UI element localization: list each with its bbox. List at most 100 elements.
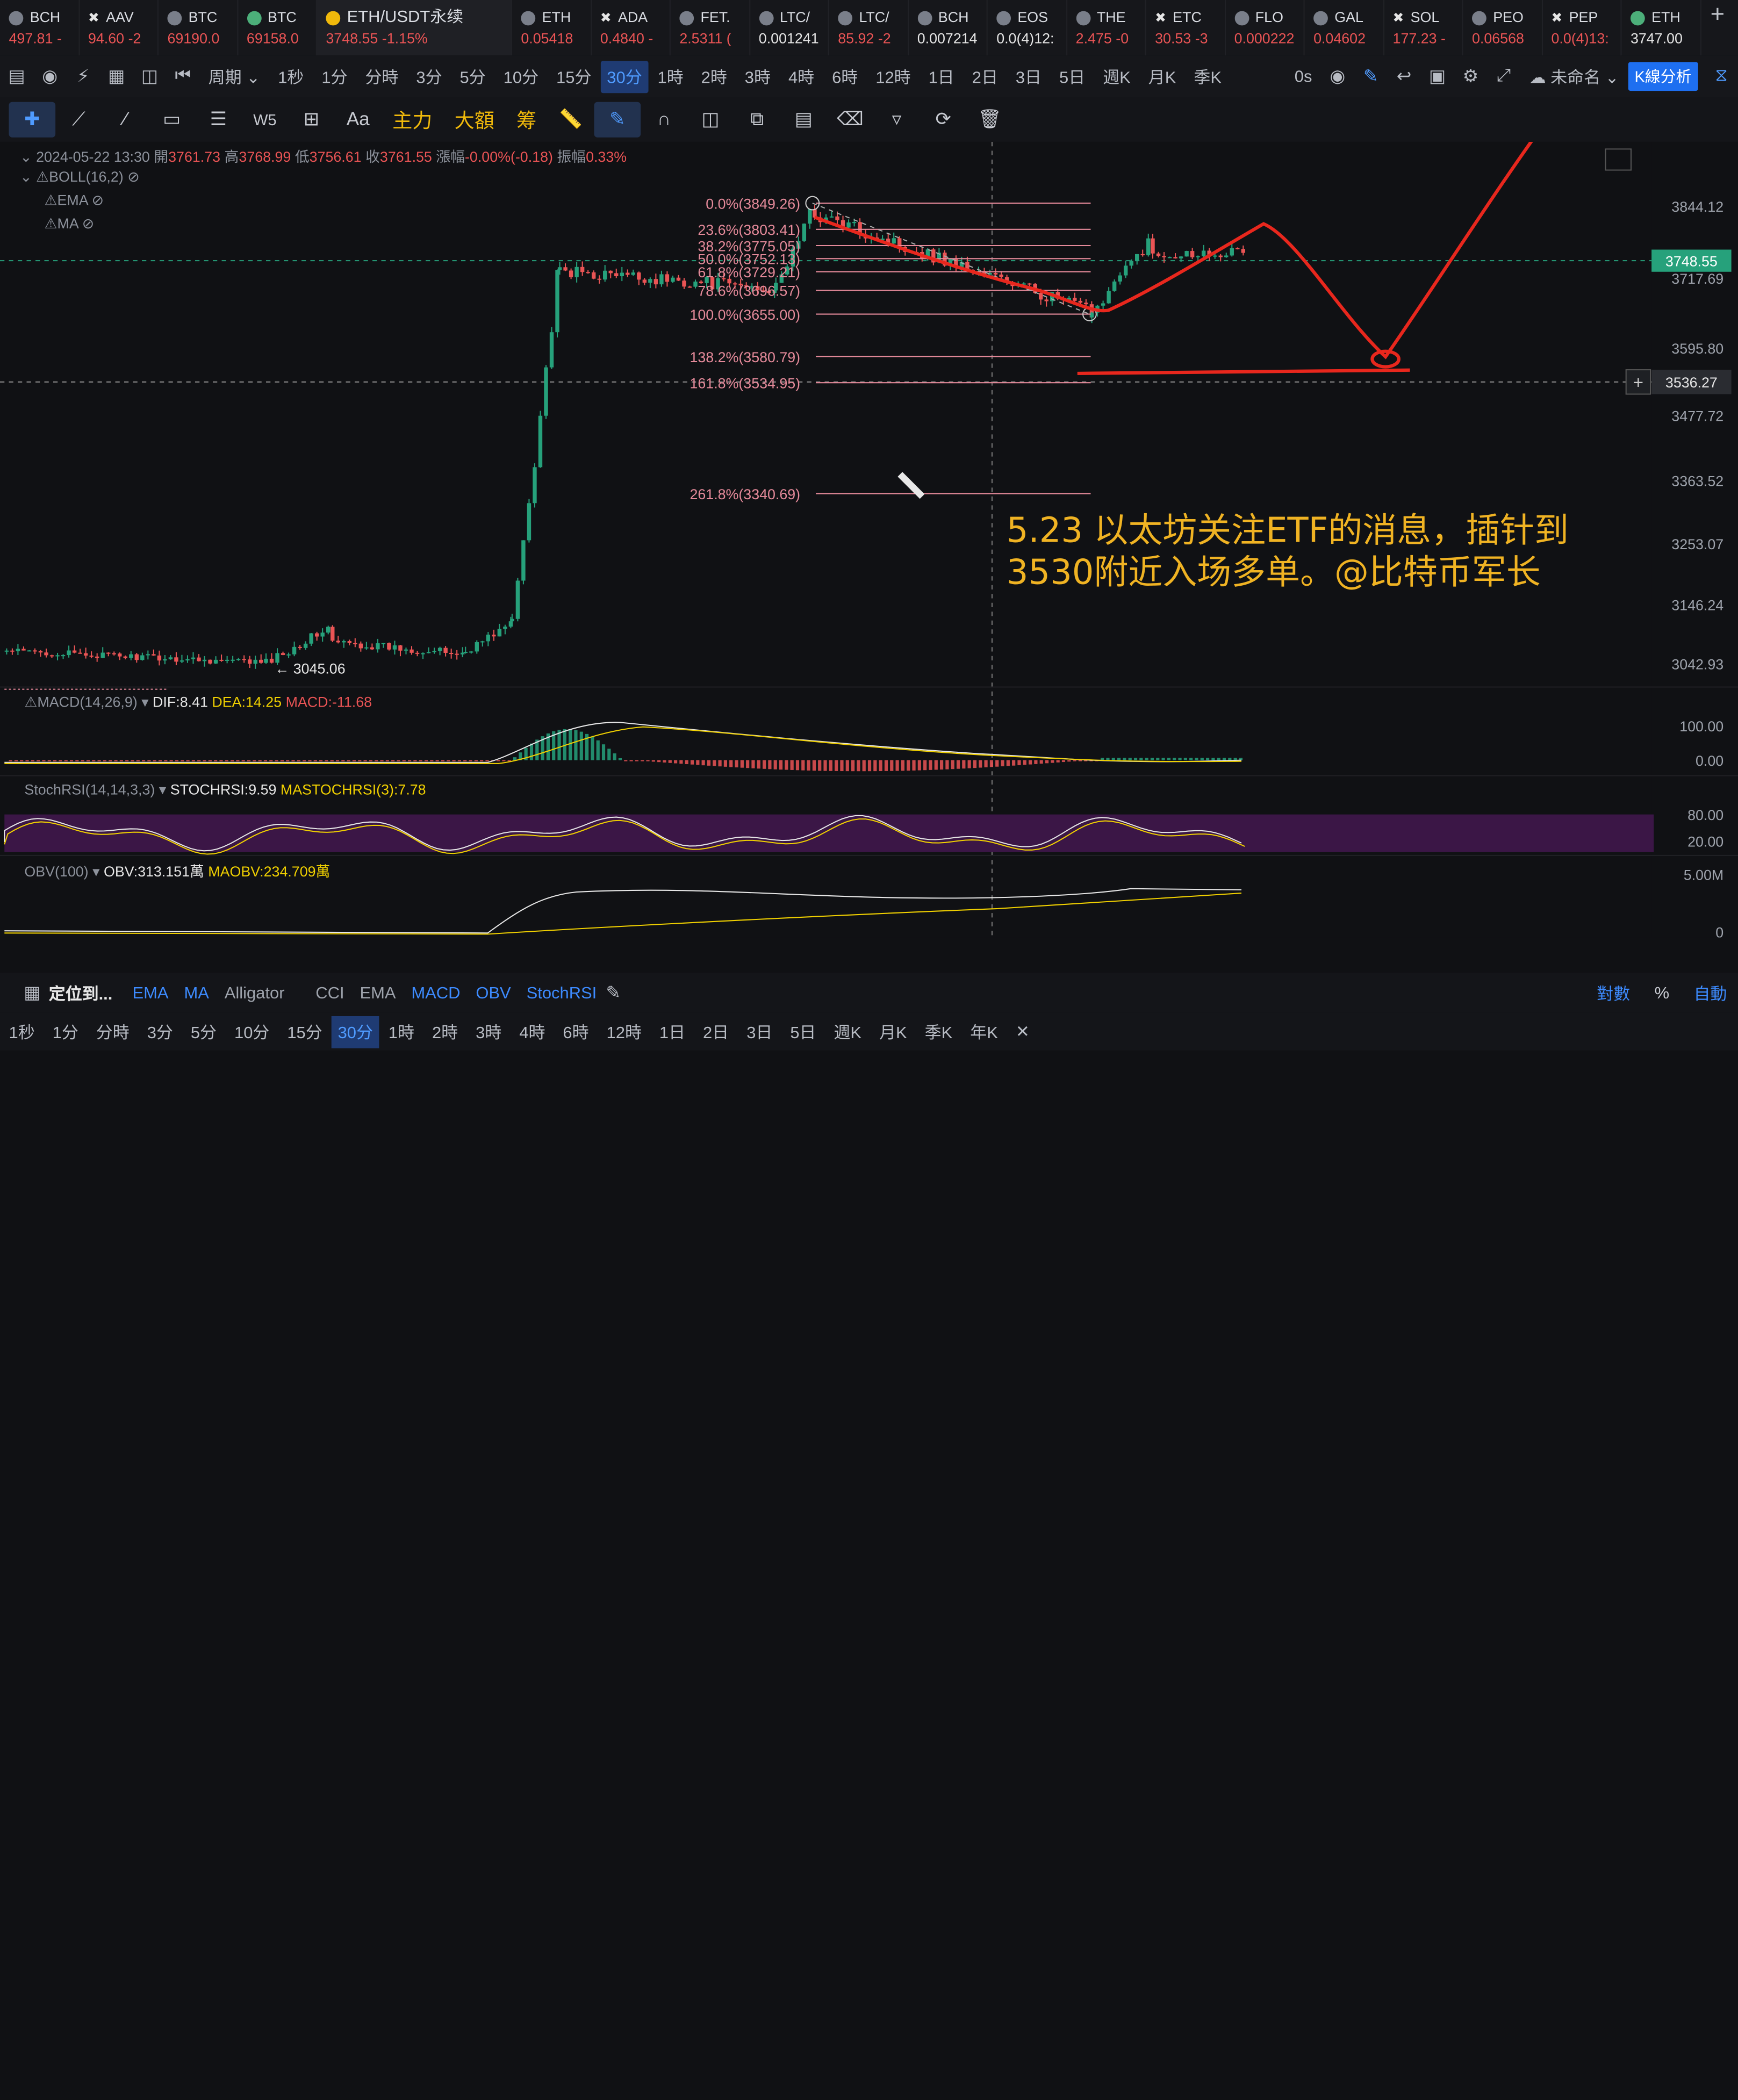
add-ticker-icon[interactable]: + — [1701, 0, 1734, 55]
settings-icon[interactable]: ⚙ — [1454, 62, 1487, 91]
layout-name-dropdown[interactable]: ☁ 未命名 ⌄ — [1520, 65, 1628, 88]
calendar-goto-icon[interactable]: ▦ — [16, 979, 49, 1008]
ticker-tab[interactable]: ETH/USDT永续 3748.55 -1.15% — [317, 0, 512, 56]
bottom-interval-8[interactable]: 1時 — [379, 1020, 423, 1043]
ma-legend[interactable]: ⚠MA ⊘ — [45, 215, 95, 233]
replay-icon[interactable]: ↩ — [1388, 62, 1421, 91]
interval-13[interactable]: 12時 — [867, 65, 920, 88]
copy-icon[interactable]: ⧉ — [734, 102, 780, 138]
ticker-tab[interactable]: BCH 0.007214 — [908, 0, 988, 56]
ticker-tab[interactable]: PEO 0.06568 — [1463, 0, 1542, 56]
indicator-shortcut[interactable]: StochRSI — [527, 983, 597, 1002]
bottom-interval-4[interactable]: 5分 — [182, 1020, 225, 1043]
bottom-interval-16[interactable]: 3日 — [738, 1020, 781, 1043]
indicator-shortcut[interactable]: EMA — [360, 983, 396, 1002]
indicator-shortcut[interactable]: MA — [184, 983, 209, 1002]
ticker-tab[interactable]: ✖ AAV 94.60 -2 — [79, 0, 159, 56]
rectangle-icon[interactable]: ▭ — [148, 102, 195, 138]
bottom-interval-18[interactable]: 週K — [825, 1020, 871, 1043]
eraser-icon[interactable]: ⌫ — [827, 102, 874, 138]
bottom-interval-17[interactable]: 5日 — [781, 1020, 825, 1043]
chart-type-icon[interactable]: ▤ — [0, 62, 33, 91]
ticker-tab[interactable]: ETH 0.05418 — [512, 0, 592, 56]
ticker-tab[interactable]: EOS 0.0(4)12: — [988, 0, 1067, 56]
wave-icon[interactable]: W5 — [242, 102, 289, 138]
bottom-interval-15[interactable]: 2日 — [694, 1020, 738, 1043]
maximize-pane-icon[interactable] — [1605, 148, 1632, 171]
fullscreen-icon[interactable]: ⤢ — [1487, 62, 1520, 91]
ticker-tab[interactable]: FLO 0.000222 — [1225, 0, 1305, 56]
interval-2[interactable]: 分時 — [356, 65, 407, 88]
eye-off-icon[interactable]: ⊘ — [92, 192, 104, 208]
text-tool[interactable]: Aa — [335, 102, 382, 138]
measure-icon[interactable]: ⊞ — [288, 102, 335, 138]
ticker-tab[interactable]: FET. 2.5311 ( — [671, 0, 750, 56]
camera-icon[interactable]: ◉ — [1321, 62, 1354, 91]
interval-6[interactable]: 15分 — [548, 65, 600, 88]
close-icon[interactable]: ✕ — [1007, 1022, 1038, 1041]
compass-icon[interactable]: ◉ — [33, 62, 67, 91]
bottom-interval-13[interactable]: 12時 — [598, 1020, 650, 1043]
interval-3[interactable]: 3分 — [407, 65, 451, 88]
ticker-tab[interactable]: BTC 69190.0 — [159, 0, 238, 56]
calendar-icon[interactable]: ▦ — [100, 62, 133, 91]
indicator-shortcut[interactable]: OBV — [476, 983, 511, 1002]
ticker-tab[interactable]: THE 2.475 -0 — [1067, 0, 1146, 56]
macd-legend[interactable]: ⚠MACD(14,26,9) ▾ DIF:8.41 DEA:14.25 MACD… — [24, 694, 372, 711]
interval-12[interactable]: 6時 — [823, 65, 867, 88]
interval-7[interactable]: 30分 — [600, 60, 649, 93]
eye-off-icon[interactable]: ⊘ — [127, 168, 139, 185]
goto-button[interactable]: 定位到... — [49, 981, 113, 1004]
interval-18[interactable]: 週K — [1094, 65, 1140, 88]
interval-15[interactable]: 2日 — [963, 65, 1007, 88]
brush-icon[interactable]: ✎ — [594, 102, 641, 138]
analysis-button[interactable]: K線分析 — [1628, 62, 1698, 91]
interval-5[interactable]: 10分 — [494, 65, 547, 88]
trendline-icon[interactable]: ⟋ — [55, 102, 102, 138]
sync-icon[interactable]: ⟳ — [920, 102, 967, 138]
share-icon[interactable]: ⧖ — [1705, 62, 1738, 91]
interval-17[interactable]: 5日 — [1051, 65, 1094, 88]
indicator-shortcut[interactable]: Alligator — [225, 983, 285, 1002]
bottom-interval-5[interactable]: 10分 — [225, 1020, 278, 1043]
interval-8[interactable]: 1時 — [649, 65, 692, 88]
ticker-tab[interactable]: BCH 497.81 - — [0, 0, 80, 56]
magnet-icon[interactable]: ∩ — [641, 102, 687, 138]
trash-icon[interactable]: 🗑 — [967, 102, 1014, 138]
log-scale-button[interactable]: 對數 — [1597, 981, 1630, 1004]
big-order-tool[interactable]: 大額 — [443, 105, 506, 134]
parallel-lines-icon[interactable]: ∕ — [102, 102, 149, 138]
lock-icon[interactable]: ◫ — [687, 102, 734, 138]
eye-off-icon[interactable]: ⊘ — [82, 215, 94, 232]
interval-1[interactable]: 1分 — [313, 65, 356, 88]
bottom-interval-2[interactable]: 分時 — [87, 1020, 138, 1043]
collapse-icon[interactable]: ⌄ — [20, 148, 32, 165]
percent-scale-button[interactable]: % — [1655, 983, 1670, 1002]
ticker-tab[interactable]: GAL 0.04602 — [1305, 0, 1384, 56]
edit-indicators-icon[interactable]: ✎ — [597, 979, 630, 1008]
indicator-shortcut[interactable]: MACD — [411, 983, 460, 1002]
ticker-tab[interactable]: ✖ PEP 0.0(4)13: — [1542, 0, 1622, 56]
bottom-interval-19[interactable]: 月K — [871, 1020, 916, 1043]
lightning-icon[interactable]: ⚡ — [67, 62, 100, 91]
interval-20[interactable]: 季K — [1185, 65, 1231, 88]
bottom-interval-6[interactable]: 15分 — [278, 1020, 331, 1043]
screenshot-icon[interactable]: ▣ — [1421, 62, 1454, 91]
ema-legend[interactable]: ⚠EMA ⊘ — [45, 192, 104, 210]
filter-icon[interactable]: ▿ — [873, 102, 920, 138]
boll-legend[interactable]: ⌄ ⚠BOLL(16,2) ⊘ — [20, 168, 140, 186]
bottom-interval-0[interactable]: 1秒 — [0, 1020, 44, 1043]
stoch-legend[interactable]: StochRSI(14,14,3,3) ▾ STOCHRSI:9.59 MAST… — [24, 781, 426, 799]
bottom-interval-11[interactable]: 4時 — [511, 1020, 554, 1043]
ticker-tab[interactable]: ✖ ETC 30.53 -3 — [1146, 0, 1226, 56]
indicator-shortcut[interactable]: CCI — [315, 983, 344, 1002]
bottom-interval-3[interactable]: 3分 — [138, 1020, 182, 1043]
ticker-tab[interactable]: LTC/85.92 -2 — [829, 0, 909, 56]
ticker-tab[interactable]: ✖ SOL 177.23 - — [1384, 0, 1463, 56]
chips-tool[interactable]: 筹 — [506, 105, 548, 134]
template-icon[interactable]: ▤ — [780, 102, 827, 138]
interval-9[interactable]: 2時 — [692, 65, 736, 88]
ticker-tab[interactable]: ETH 3747.00 — [1621, 0, 1701, 56]
rewind-icon[interactable]: ⏮ — [166, 62, 199, 91]
bottom-interval-7[interactable]: 30分 — [331, 1015, 380, 1048]
